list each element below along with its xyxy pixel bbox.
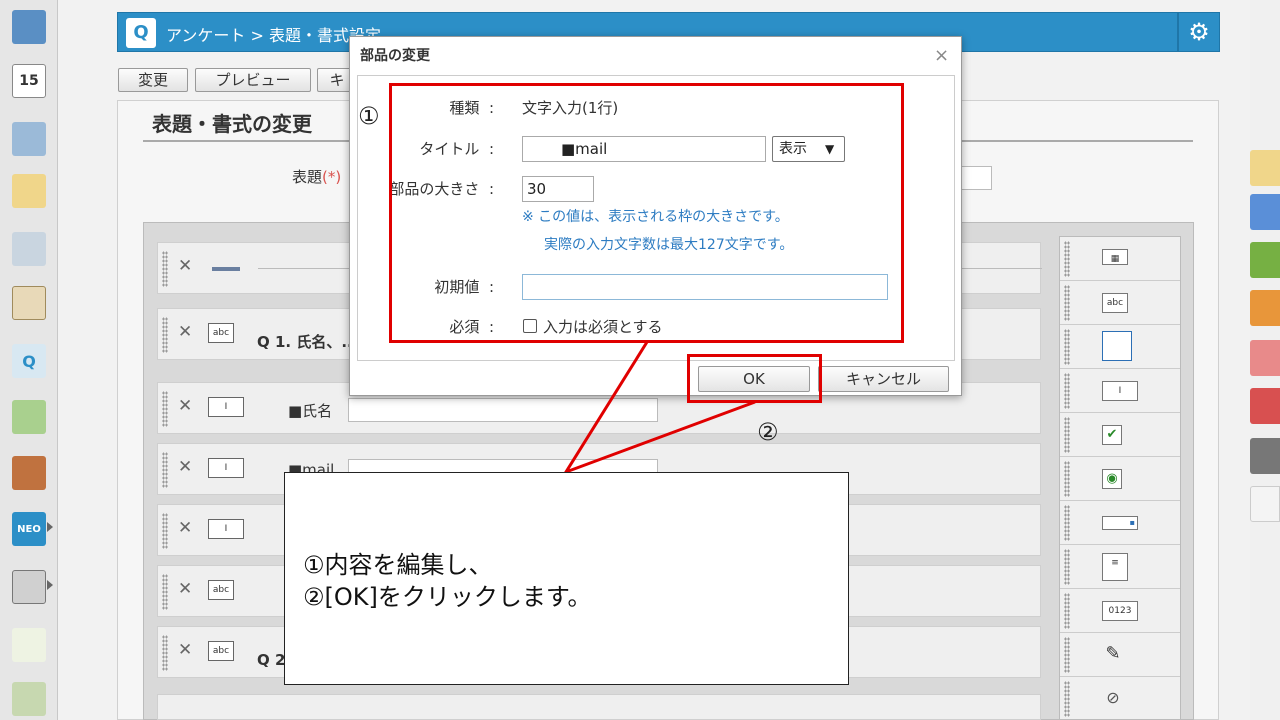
- callout-line-1: ①内容を編集し、: [303, 551, 493, 579]
- callout-pointer: [562, 341, 756, 475]
- instruction-callout: ①内容を編集し、 ②[OK]をクリックします。: [284, 472, 849, 685]
- callout-line-2: ②[OK]をクリックします。: [303, 583, 592, 611]
